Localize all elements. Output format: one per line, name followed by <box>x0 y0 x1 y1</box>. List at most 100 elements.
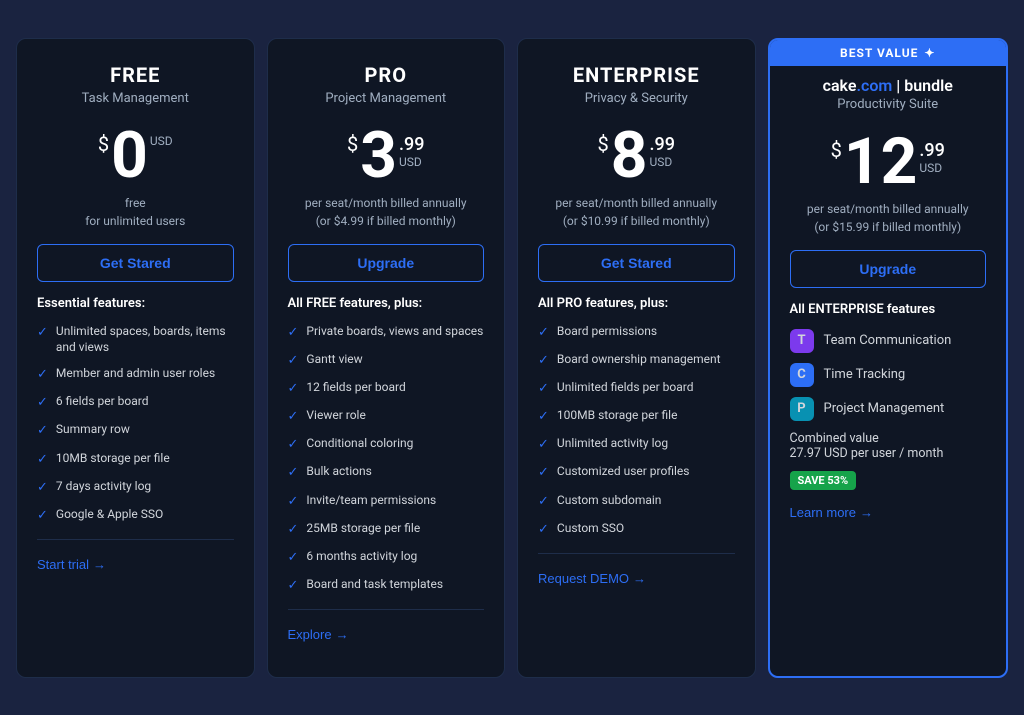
plan-name-bundle: cake.com | bundle <box>790 76 987 95</box>
features-label-bundle: All ENTERPRISE features <box>790 302 987 317</box>
plan-name-enterprise: ENTERPRISE <box>538 63 735 87</box>
feature-list-pro: ✓Private boards, views and spaces ✓Gantt… <box>288 323 485 596</box>
cta-button-pro[interactable]: Upgrade <box>288 244 485 282</box>
list-item: ✓6 months activity log <box>288 548 485 567</box>
list-item: ✓Invite/team permissions <box>288 492 485 511</box>
divider <box>37 539 234 540</box>
feature-list-enterprise: ✓Board permissions ✓Board ownership mana… <box>538 323 735 540</box>
project-management-icon: P <box>790 397 814 421</box>
check-icon: ✓ <box>288 436 299 454</box>
list-item: ✓Member and admin user roles <box>37 365 234 384</box>
list-item: ✓Private boards, views and spaces <box>288 323 485 342</box>
save-badge: SAVE 53% <box>790 471 857 490</box>
price-desc-enterprise: per seat/month billed annually (or $10.9… <box>538 194 735 230</box>
app-row-time-tracking: C Time Tracking <box>790 363 987 387</box>
price-main-enterprise: 8 <box>611 124 648 188</box>
list-item: ✓12 fields per board <box>288 379 485 398</box>
pricing-container: FREE Task Management $ 0 USD free for un… <box>0 18 1024 698</box>
plan-card-enterprise: ENTERPRISE Privacy & Security $ 8 .99 US… <box>517 38 756 678</box>
plan-card-free: FREE Task Management $ 0 USD free for un… <box>16 38 255 678</box>
price-main-bundle: 12 <box>844 130 917 194</box>
check-icon: ✓ <box>288 521 299 539</box>
feature-list-free: ✓Unlimited spaces, boards, items and vie… <box>37 323 234 526</box>
price-usd-bundle: .99 USD <box>919 140 944 175</box>
app-row-project-mgmt: P Project Management <box>790 397 987 421</box>
check-icon: ✓ <box>37 451 48 469</box>
combined-value-text: Combined value 27.97 USD per user / mont… <box>790 431 987 461</box>
list-item: ✓Summary row <box>37 421 234 440</box>
check-icon: ✓ <box>288 577 299 595</box>
price-dollar-enterprise: $ <box>598 132 609 156</box>
app-row-team-comm: T Team Communication <box>790 329 987 353</box>
check-icon: ✓ <box>288 549 299 567</box>
plan-name-pro: PRO <box>288 63 485 87</box>
features-label-enterprise: All PRO features, plus: <box>538 296 735 311</box>
list-item: ✓6 fields per board <box>37 393 234 412</box>
list-item: ✓Bulk actions <box>288 463 485 482</box>
plan-card-pro: PRO Project Management $ 3 .99 USD per s… <box>267 38 506 678</box>
request-demo-link[interactable]: Request DEMO → <box>538 571 646 586</box>
team-communication-icon: T <box>790 329 814 353</box>
check-icon: ✓ <box>37 422 48 440</box>
check-icon: ✓ <box>37 394 48 412</box>
plan-subtitle-pro: Project Management <box>288 91 485 106</box>
check-icon: ✓ <box>538 380 549 398</box>
list-item: ✓Board permissions <box>538 323 735 342</box>
list-item: ✓Board and task templates <box>288 576 485 595</box>
price-main-free: 0 <box>111 124 148 188</box>
check-icon: ✓ <box>37 507 48 525</box>
price-dollar-pro: $ <box>347 132 358 156</box>
check-icon: ✓ <box>538 324 549 342</box>
list-item: ✓Gantt view <box>288 351 485 370</box>
price-usd-pro: .99 USD <box>399 134 424 169</box>
time-tracking-icon: C <box>790 363 814 387</box>
price-dollar-bundle: $ <box>831 138 842 162</box>
list-item: ✓Google & Apple SSO <box>37 506 234 525</box>
list-item: ✓Custom SSO <box>538 520 735 539</box>
price-row-pro: $ 3 .99 USD <box>288 124 485 188</box>
plan-name-free: FREE <box>37 63 234 87</box>
check-icon: ✓ <box>288 352 299 370</box>
plan-subtitle-free: Task Management <box>37 91 234 106</box>
list-item: ✓Unlimited fields per board <box>538 379 735 398</box>
check-icon: ✓ <box>37 366 48 384</box>
price-row-free: $ 0 USD <box>37 124 234 188</box>
check-icon: ✓ <box>288 408 299 426</box>
list-item: ✓7 days activity log <box>37 478 234 497</box>
features-label-free: Essential features: <box>37 296 234 311</box>
start-trial-link[interactable]: Start trial → <box>37 557 106 572</box>
list-item: ✓10MB storage per file <box>37 450 234 469</box>
check-icon: ✓ <box>538 493 549 511</box>
explore-link[interactable]: Explore → <box>288 627 349 642</box>
cta-button-bundle[interactable]: Upgrade <box>790 250 987 288</box>
check-icon: ✓ <box>37 324 48 342</box>
price-desc-pro: per seat/month billed annually (or $4.99… <box>288 194 485 230</box>
price-desc-bundle: per seat/month billed annually (or $15.9… <box>790 200 987 236</box>
check-icon: ✓ <box>538 464 549 482</box>
plan-subtitle-enterprise: Privacy & Security <box>538 91 735 106</box>
list-item: ✓Board ownership management <box>538 351 735 370</box>
price-main-pro: 3 <box>360 124 397 188</box>
cta-button-free[interactable]: Get Stared <box>37 244 234 282</box>
check-icon: ✓ <box>288 324 299 342</box>
check-icon: ✓ <box>538 352 549 370</box>
check-icon: ✓ <box>288 493 299 511</box>
check-icon: ✓ <box>288 464 299 482</box>
price-dollar-free: $ <box>98 132 109 156</box>
price-row-enterprise: $ 8 .99 USD <box>538 124 735 188</box>
learn-more-link[interactable]: Learn more → <box>790 505 873 520</box>
price-usd-enterprise: .99 USD <box>650 134 675 169</box>
list-item: ✓Customized user profiles <box>538 463 735 482</box>
plan-subtitle-bundle: Productivity Suite <box>790 97 987 112</box>
plan-card-bundle: BEST VALUE ✦ cake.com | bundle Productiv… <box>768 38 1009 678</box>
price-desc-free: free for unlimited users <box>37 194 234 230</box>
list-item: ✓Unlimited spaces, boards, items and vie… <box>37 323 234 357</box>
list-item: ✓25MB storage per file <box>288 520 485 539</box>
list-item: ✓Viewer role <box>288 407 485 426</box>
check-icon: ✓ <box>538 521 549 539</box>
cta-button-enterprise[interactable]: Get Stared <box>538 244 735 282</box>
best-value-badge: BEST VALUE ✦ <box>770 40 1007 66</box>
check-icon: ✓ <box>538 408 549 426</box>
check-icon: ✓ <box>37 479 48 497</box>
list-item: ✓Conditional coloring <box>288 435 485 454</box>
